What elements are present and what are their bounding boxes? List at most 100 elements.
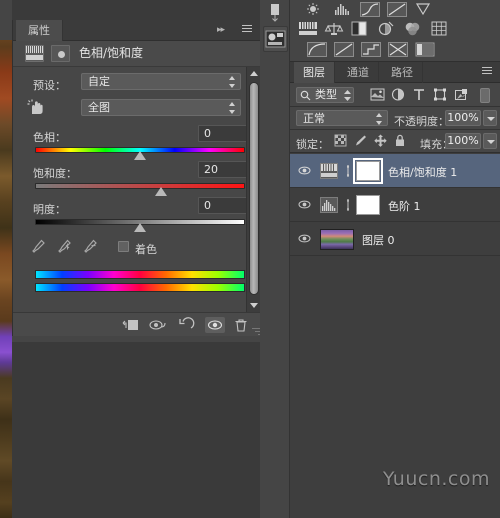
lock-image-pixels-icon[interactable] xyxy=(354,134,369,148)
watermark: Yuucn.com xyxy=(382,468,490,490)
eye-icon[interactable] xyxy=(298,199,311,210)
link-layers-icon[interactable] xyxy=(344,164,352,178)
black-white-icon[interactable] xyxy=(350,21,370,36)
eye-icon[interactable] xyxy=(298,233,311,244)
hand-glyph xyxy=(27,99,43,114)
fill-dropdown-arrow[interactable] xyxy=(483,133,497,149)
on-image-adjust-hand-icon[interactable] xyxy=(27,99,44,115)
selective-color-icon[interactable] xyxy=(415,42,435,57)
panel-menu-icon[interactable] xyxy=(239,24,255,37)
lightness-slider-knob[interactable] xyxy=(134,223,146,232)
posterize-icon[interactable] xyxy=(334,42,354,57)
channel-mixer-icon[interactable] xyxy=(403,21,423,36)
panel-menu-icon[interactable] xyxy=(479,66,495,79)
brush-glyph xyxy=(356,135,366,146)
collapse-to-icons-icon[interactable] xyxy=(263,2,288,24)
filter-smart-object-icon[interactable] xyxy=(454,88,469,102)
tab-channels[interactable]: 通道 xyxy=(338,62,379,83)
gradient-map-glyph xyxy=(389,43,407,56)
threshold-icon[interactable] xyxy=(361,42,381,57)
levels-icon[interactable] xyxy=(333,2,353,17)
invert-icon[interactable] xyxy=(307,42,327,57)
layer-mask-thumbnail[interactable] xyxy=(356,195,380,215)
preset-dropdown[interactable]: 自定 xyxy=(81,73,241,90)
spectrum-bar-bottom[interactable] xyxy=(35,283,245,292)
color-balance-icon[interactable] xyxy=(324,21,344,36)
reset-button[interactable] xyxy=(177,317,197,333)
shape-glyph xyxy=(434,88,446,101)
selective-color-glyph xyxy=(415,42,435,57)
fill-value[interactable]: 100% xyxy=(445,133,481,149)
scrollbar-thumb[interactable] xyxy=(249,82,259,295)
tab-paths[interactable]: 路径 xyxy=(382,62,423,83)
eyedropper-minus-icon[interactable] xyxy=(83,239,98,254)
toggle-visibility-button[interactable] xyxy=(205,317,225,333)
opacity-value[interactable]: 100% xyxy=(445,110,481,126)
hue-slider-knob[interactable] xyxy=(134,151,146,160)
lock-position-icon[interactable] xyxy=(374,134,389,148)
filter-toggle-switch-icon[interactable] xyxy=(480,88,490,103)
curves-icon[interactable] xyxy=(360,2,380,17)
exposure-glyph xyxy=(388,3,406,16)
chevron-updown-icon xyxy=(229,102,236,114)
layers-panel: 图层 通道 路径 类型 正常 不透明度： 100% 锁定： 填充： 100% 色… xyxy=(290,62,500,518)
tab-layers[interactable]: 图层 xyxy=(294,62,335,83)
scroll-down-arrow-icon[interactable] xyxy=(249,300,259,310)
table-row[interactable]: 色阶 1 xyxy=(290,188,500,222)
panel-resize-grip[interactable] xyxy=(251,326,260,335)
blend-mode-value: 正常 xyxy=(303,112,325,125)
opacity-dropdown-arrow[interactable] xyxy=(483,110,497,126)
hue-saturation-icon[interactable] xyxy=(298,21,318,36)
filter-kind-dropdown[interactable]: 类型 xyxy=(296,87,354,103)
saturation-slider-knob[interactable] xyxy=(155,187,167,196)
eye-icon[interactable] xyxy=(298,165,311,176)
saturation-slider-track[interactable] xyxy=(35,183,245,189)
layer-thumbnail[interactable] xyxy=(320,229,354,250)
eye-glyph xyxy=(298,200,311,209)
filter-pixel-icon[interactable] xyxy=(370,88,385,102)
padlock-glyph xyxy=(396,134,404,146)
scroll-up-arrow-icon[interactable] xyxy=(249,69,259,79)
filter-type-icon[interactable] xyxy=(412,88,427,102)
color-lookup-icon[interactable] xyxy=(430,21,450,36)
levels-icon[interactable] xyxy=(320,197,338,213)
lock-transparency-icon[interactable] xyxy=(334,134,349,148)
exposure-icon[interactable] xyxy=(387,2,407,17)
delete-adjustment-button[interactable] xyxy=(231,317,251,333)
lock-all-icon[interactable] xyxy=(394,134,409,148)
eyedropper-plus-icon[interactable] xyxy=(57,239,72,254)
layer-mask-thumbnail[interactable] xyxy=(353,158,383,184)
photo-filter-icon[interactable] xyxy=(376,21,396,36)
filter-shape-icon[interactable] xyxy=(433,88,448,102)
properties-scrollbar[interactable] xyxy=(246,67,260,312)
adjustments-dock-icon[interactable] xyxy=(263,26,288,52)
layer-mask-icon[interactable] xyxy=(51,45,70,62)
vibrance-icon[interactable] xyxy=(415,2,435,17)
colorize-label: 着色 xyxy=(135,243,157,256)
document-canvas-strip[interactable] xyxy=(0,0,12,518)
brightness-contrast-icon[interactable] xyxy=(304,2,324,17)
view-previous-state-button[interactable] xyxy=(149,317,169,333)
hue-saturation-icon[interactable] xyxy=(320,163,338,179)
link-glyph xyxy=(347,164,349,178)
tab-properties[interactable]: 属性 xyxy=(16,20,63,41)
hue-sat-thumb-glyph xyxy=(321,164,337,177)
move-arrows-glyph xyxy=(374,134,387,147)
eyedropper-glyph xyxy=(32,239,45,253)
view-previous-icon xyxy=(149,320,166,330)
link-layers-icon[interactable] xyxy=(344,198,352,212)
lock-row: 锁定： 填充： 100% xyxy=(290,130,500,153)
blend-mode-row: 正常 不透明度： 100% xyxy=(290,107,500,130)
workspace-empty-area xyxy=(12,336,260,518)
blend-mode-dropdown[interactable]: 正常 xyxy=(296,110,388,126)
filter-adjustment-icon[interactable] xyxy=(391,88,406,102)
colorize-checkbox[interactable] xyxy=(118,241,129,252)
gradient-map-icon[interactable] xyxy=(388,42,408,57)
channel-dropdown[interactable]: 全图 xyxy=(81,99,241,116)
table-row[interactable]: 色相/饱和度 1 xyxy=(290,154,500,188)
double-arrow-icon[interactable]: ▸▸ xyxy=(217,24,231,36)
hue-sat-glyph xyxy=(299,22,317,35)
table-row[interactable]: 图层 0 xyxy=(290,222,500,256)
eyedropper-icon[interactable] xyxy=(31,239,46,254)
clip-to-layer-button[interactable] xyxy=(121,317,141,333)
